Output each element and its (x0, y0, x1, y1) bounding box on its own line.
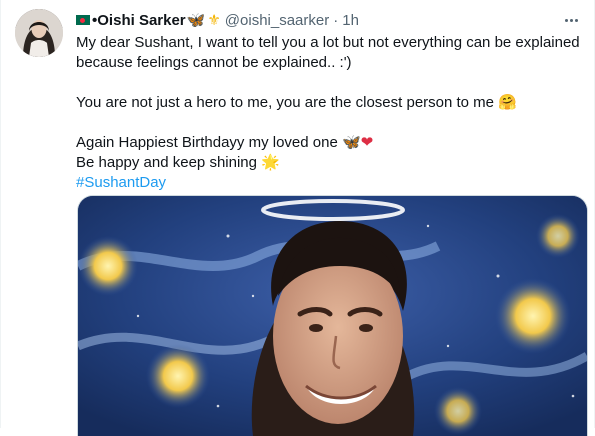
tweet-line-2: because feelings cannot be explained.. :… (76, 54, 352, 71)
more-dot (569, 18, 573, 22)
separator-dot: · (333, 11, 339, 29)
tweet-image[interactable] (77, 195, 588, 436)
tweet-line-5-text: Be happy and keep shining (76, 154, 257, 171)
hashtag-link[interactable]: #SushantDay (76, 173, 581, 193)
heart-icon: ❤ (360, 134, 374, 151)
tweet-line-3-text: You are not just a hero to me, you are t… (76, 94, 495, 111)
tweet-line-3: You are not just a hero to me, you are t… (76, 93, 581, 113)
more-options-icon[interactable] (561, 13, 581, 27)
tweet-line-4: Again Happiest Birthdayy my loved one 🦋❤ (76, 133, 581, 153)
avatar[interactable] (15, 9, 63, 57)
more-dot (574, 18, 578, 22)
tweet-text: My dear Sushant, I want to tell you a lo… (76, 33, 581, 193)
user-handle[interactable]: @oishi_saarker (225, 12, 329, 29)
fleur-de-lis-icon: ⚜ (207, 11, 221, 29)
tweet-line-5: Be happy and keep shining 🌟 (76, 153, 581, 173)
display-name[interactable]: Oishi Sarker (97, 12, 185, 29)
portrait-artwork (78, 196, 587, 436)
tweet-header: • Oishi Sarker 🦋 ⚜ @oishi_saarker · 1h (76, 9, 581, 31)
bangladesh-flag-icon (76, 15, 90, 25)
timestamp[interactable]: 1h (342, 12, 359, 29)
more-dot (564, 18, 568, 22)
hugging-face-icon: 🤗 (498, 94, 517, 111)
butterfly-icon: 🦋 (186, 11, 206, 29)
tweet-line-1: My dear Sushant, I want to tell you a lo… (76, 34, 580, 51)
tweet[interactable]: • Oishi Sarker 🦋 ⚜ @oishi_saarker · 1h M… (0, 0, 595, 436)
tweet-content: • Oishi Sarker 🦋 ⚜ @oishi_saarker · 1h M… (76, 9, 581, 193)
butterfly-icon: 🦋 (341, 134, 361, 151)
glowing-star-icon: 🌟 (261, 154, 280, 171)
tweet-line-4-text: Again Happiest Birthdayy my loved one (76, 134, 338, 151)
